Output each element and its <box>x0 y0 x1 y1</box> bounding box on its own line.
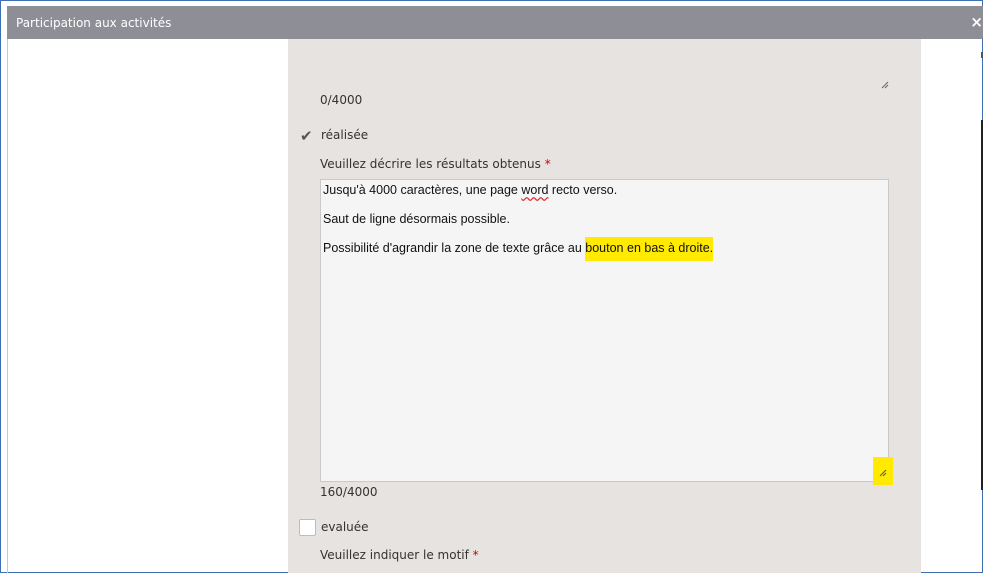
checkmark-icon: ✔ <box>300 127 313 145</box>
char-counter-top: 0/4000 <box>320 93 363 107</box>
motif-label-text: Veuillez indiquer le motif <box>320 548 469 562</box>
evaluee-label: evaluée <box>321 520 369 534</box>
line1-text-end: recto verso. <box>548 183 618 197</box>
left-divider <box>7 39 8 573</box>
textarea-line-2: Saut de ligne désormais possible. <box>323 212 510 226</box>
textarea-line-1: Jusqu'à 4000 caractères, une page word r… <box>323 183 617 197</box>
close-icon[interactable]: × <box>970 13 983 31</box>
results-textarea[interactable]: Jusqu'à 4000 caractères, une page word r… <box>320 179 889 482</box>
results-label-text: Veuillez décrire les résultats obtenus <box>320 157 541 171</box>
line1-text: Jusqu'à 4000 caractères, une page <box>323 183 522 197</box>
realisee-checkbox[interactable]: ✔ <box>299 127 316 145</box>
dialog-title: Participation aux activités <box>16 16 172 30</box>
highlighted-text: bouton en bas à droite. <box>585 237 714 261</box>
resize-handle-icon[interactable] <box>881 81 889 89</box>
evaluee-checkbox[interactable] <box>299 519 316 536</box>
textarea-line-3: Possibilité d'agrandir la zone de texte … <box>323 237 714 261</box>
spellcheck-word: word <box>521 183 549 197</box>
results-label: Veuillez décrire les résultats obtenus * <box>320 157 551 171</box>
char-counter-results: 160/4000 <box>320 485 378 499</box>
textarea-resize-handle[interactable] <box>873 457 893 485</box>
line3-text: Possibilité d'agrandir la zone de texte … <box>323 241 586 255</box>
motif-label: Veuillez indiquer le motif * <box>320 548 479 562</box>
resize-grip-icon <box>879 469 887 477</box>
required-mark: * <box>472 548 479 562</box>
form-panel: 0/4000 ✔ réalisée Veuillez décrire les r… <box>288 39 921 573</box>
realisee-label: réalisée <box>321 128 369 142</box>
dialog-titlebar: Participation aux activités × <box>7 6 983 39</box>
required-mark: * <box>544 157 551 171</box>
